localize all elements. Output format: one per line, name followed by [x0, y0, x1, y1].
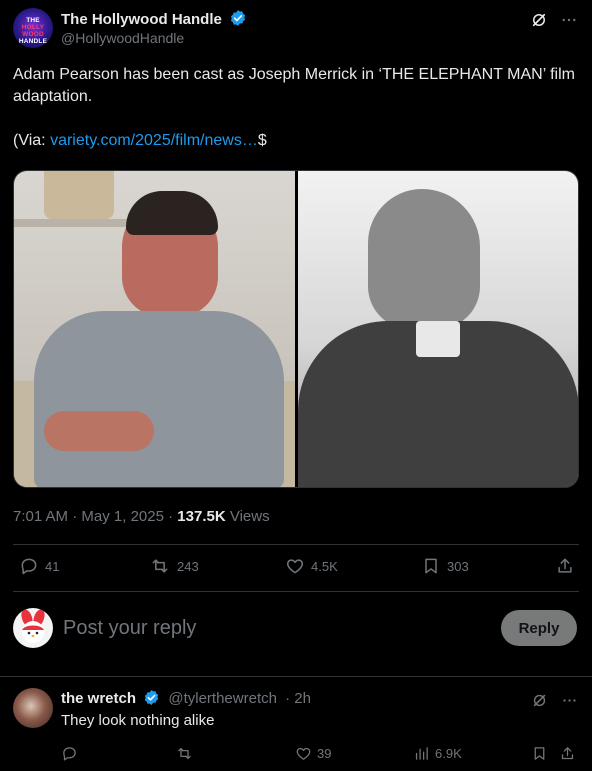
comment-views-action[interactable]: 6.9K — [413, 745, 462, 762]
comment-views-count: 6.9K — [435, 746, 462, 761]
commenter-name[interactable]: the wretch — [61, 690, 136, 707]
bookmark-count: 303 — [447, 558, 469, 574]
repost-count: 243 — [177, 558, 199, 574]
more-options-icon[interactable] — [559, 10, 579, 30]
bookmark-icon — [425, 558, 437, 574]
comment-header-actions — [529, 690, 579, 710]
reply-action[interactable]: 41 — [19, 556, 59, 576]
reply-post[interactable]: the wretch @tylerthewretch · 2h They loo… — [13, 688, 579, 768]
lamp-shade — [44, 171, 114, 219]
person-shirt — [34, 311, 284, 487]
current-user-avatar[interactable] — [13, 608, 53, 648]
post-actions: 41 243 4.5K 303 — [13, 556, 579, 580]
analytics-icon — [415, 747, 428, 760]
comment-repost-action[interactable] — [175, 745, 194, 762]
commenter-handle[interactable]: @tylerthewretch — [168, 690, 277, 707]
grok-icon[interactable] — [529, 10, 549, 30]
reply-count: 41 — [45, 558, 60, 574]
reply-button[interactable]: Reply — [501, 610, 577, 646]
comment-reply-action[interactable] — [61, 745, 78, 762]
author-handle[interactable]: @HollywoodHandle — [61, 30, 184, 46]
avatar-logo: THE HOLLY WOOD HANDLE — [18, 17, 48, 45]
bookmark-action[interactable]: 303 — [421, 556, 469, 576]
photo-adam-pearson[interactable] — [14, 171, 295, 487]
heart-icon — [286, 559, 304, 574]
views-label: Views — [229, 508, 270, 525]
comment-like-count: 39 — [317, 746, 332, 761]
comment-text: They look nothing alike — [61, 712, 215, 729]
comment-like-action[interactable]: 39 — [295, 745, 331, 762]
commenter-name-line[interactable]: the wretch @tylerthewretch · 2h — [61, 689, 311, 707]
post-media[interactable] — [13, 170, 579, 488]
verified-badge-icon — [145, 690, 159, 705]
heart-icon — [296, 747, 311, 760]
more-options-icon[interactable] — [559, 690, 579, 710]
author-name[interactable]: The Hollywood Handle — [61, 11, 222, 28]
commenter-avatar[interactable] — [13, 688, 53, 728]
author-name-line[interactable]: The Hollywood Handle — [61, 9, 247, 28]
divider — [13, 544, 579, 545]
post-body: Adam Pearson has been cast as Joseph Mer… — [13, 66, 575, 105]
post-via: (Via: variety.com/2025/film/news…$ — [13, 132, 267, 149]
reply-composer: Post your reply Reply — [13, 608, 579, 650]
share-action[interactable] — [555, 556, 575, 576]
head — [367, 189, 480, 329]
photo-joseph-merrick[interactable] — [297, 171, 578, 487]
via-link[interactable]: variety.com/2025/film/news… — [50, 132, 258, 149]
comment-bookmark-action[interactable] — [531, 745, 548, 762]
bunny-avatar-icon — [21, 609, 45, 643]
share-icon — [561, 747, 574, 760]
comment-share-action[interactable] — [559, 745, 576, 762]
post-header: THE HOLLY WOOD HANDLE The Hollywood Hand… — [13, 8, 579, 50]
post-date[interactable]: May 1, 2025 — [81, 508, 164, 525]
author-avatar[interactable]: THE HOLLY WOOD HANDLE — [13, 8, 53, 48]
comment-actions: 39 6.9K — [61, 745, 579, 765]
like-count: 4.5K — [311, 558, 338, 574]
like-action[interactable]: 4.5K — [285, 556, 338, 576]
views-count: 137.5K — [177, 508, 226, 525]
bookmark-icon — [534, 747, 545, 760]
repost-action[interactable]: 243 — [149, 556, 199, 576]
divider — [0, 676, 592, 677]
post-text: Adam Pearson has been cast as Joseph Mer… — [13, 64, 579, 174]
reply-icon — [63, 747, 76, 761]
person-hair — [126, 191, 218, 235]
grok-icon[interactable] — [529, 690, 549, 710]
collar — [415, 321, 460, 357]
reply-icon — [21, 558, 37, 575]
share-icon — [558, 558, 572, 573]
person-hands — [44, 411, 154, 451]
repost-icon — [178, 747, 191, 760]
verified-badge-icon — [230, 10, 246, 26]
post-time[interactable]: 7:01 AM — [13, 508, 68, 525]
reply-input[interactable]: Post your reply — [63, 617, 196, 640]
shelf — [14, 219, 134, 227]
divider — [13, 591, 579, 592]
repost-icon — [152, 559, 168, 573]
comment-time[interactable]: · 2h — [285, 690, 311, 707]
header-actions — [529, 10, 579, 30]
post-meta: 7:01 AM · May 1, 2025 · 137.5K Views — [13, 508, 270, 525]
